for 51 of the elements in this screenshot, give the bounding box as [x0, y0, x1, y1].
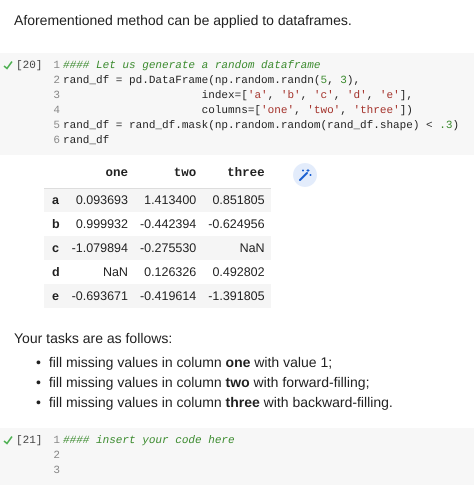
row-index: e [44, 284, 66, 308]
table-cell: -1.079894 [66, 236, 134, 260]
row-index: d [44, 260, 66, 284]
table-cell: 0.851805 [202, 188, 271, 212]
task-item: fill missing values in column three with backward-filling. [48, 393, 393, 412]
line-number: 4 [52, 104, 60, 119]
task-item: fill missing values in column two with forward-filling; [48, 373, 370, 392]
line-number: 6 [52, 134, 60, 149]
table-cell: NaN [202, 236, 271, 260]
bullet-marker: • [36, 353, 41, 372]
code-line: #### Let us generate a random dataframe [63, 59, 320, 74]
magic-wand-icon [298, 168, 312, 182]
table-cell: NaN [66, 260, 134, 284]
execution-count: [21] [16, 434, 42, 449]
line-number: 2 [52, 74, 60, 89]
task-intro-text: Your tasks are as follows: [14, 329, 174, 348]
table-cell: -1.391805 [202, 284, 271, 308]
line-number: 3 [52, 464, 60, 479]
code-line: rand_df = rand_df.mask(np.random.random(rand_df.shape) < .3) [63, 119, 460, 134]
table-cell: -0.275530 [134, 236, 202, 260]
table-cell: 1.413400 [134, 188, 202, 212]
bullet-marker: • [36, 373, 41, 392]
magic-wand-button[interactable] [292, 163, 317, 187]
table-cell: -0.419614 [134, 284, 202, 308]
row-index: b [44, 212, 66, 236]
column-header: two [134, 159, 202, 188]
line-number: 1 [52, 59, 60, 74]
intro-text: Aforementioned method can be applied to dataframes. [13, 11, 353, 30]
line-number: 3 [52, 89, 60, 104]
table-cell: -0.624956 [202, 212, 271, 236]
row-index: a [44, 188, 66, 212]
column-header: three [202, 159, 271, 188]
table-cell: 0.492802 [202, 260, 271, 284]
line-number: 5 [52, 119, 60, 134]
row-index: c [44, 236, 66, 260]
column-header: one [66, 159, 134, 188]
table-cell: 0.126326 [134, 260, 202, 284]
table-cell: -0.693671 [66, 284, 134, 308]
bullet-marker: • [36, 393, 41, 412]
task-item: fill missing values in column one with value 1; [48, 353, 332, 372]
table-cell: -0.442394 [134, 212, 202, 236]
execution-count: [20] [16, 59, 42, 74]
code-line: #### insert your code here [63, 434, 235, 449]
code-line: columns=['one', 'two', 'three']) [200, 104, 413, 119]
code-line: rand_df [63, 134, 110, 149]
code-line: index=['a', 'b', 'c', 'd', 'e'], [200, 89, 413, 104]
table-cell: 0.093693 [66, 188, 134, 212]
line-number: 1 [52, 434, 60, 449]
code-line: rand_df = pd.DataFrame(np.random.randn(5, 3), [63, 74, 360, 89]
table-cell: 0.999932 [66, 212, 134, 236]
line-number: 2 [52, 449, 60, 464]
